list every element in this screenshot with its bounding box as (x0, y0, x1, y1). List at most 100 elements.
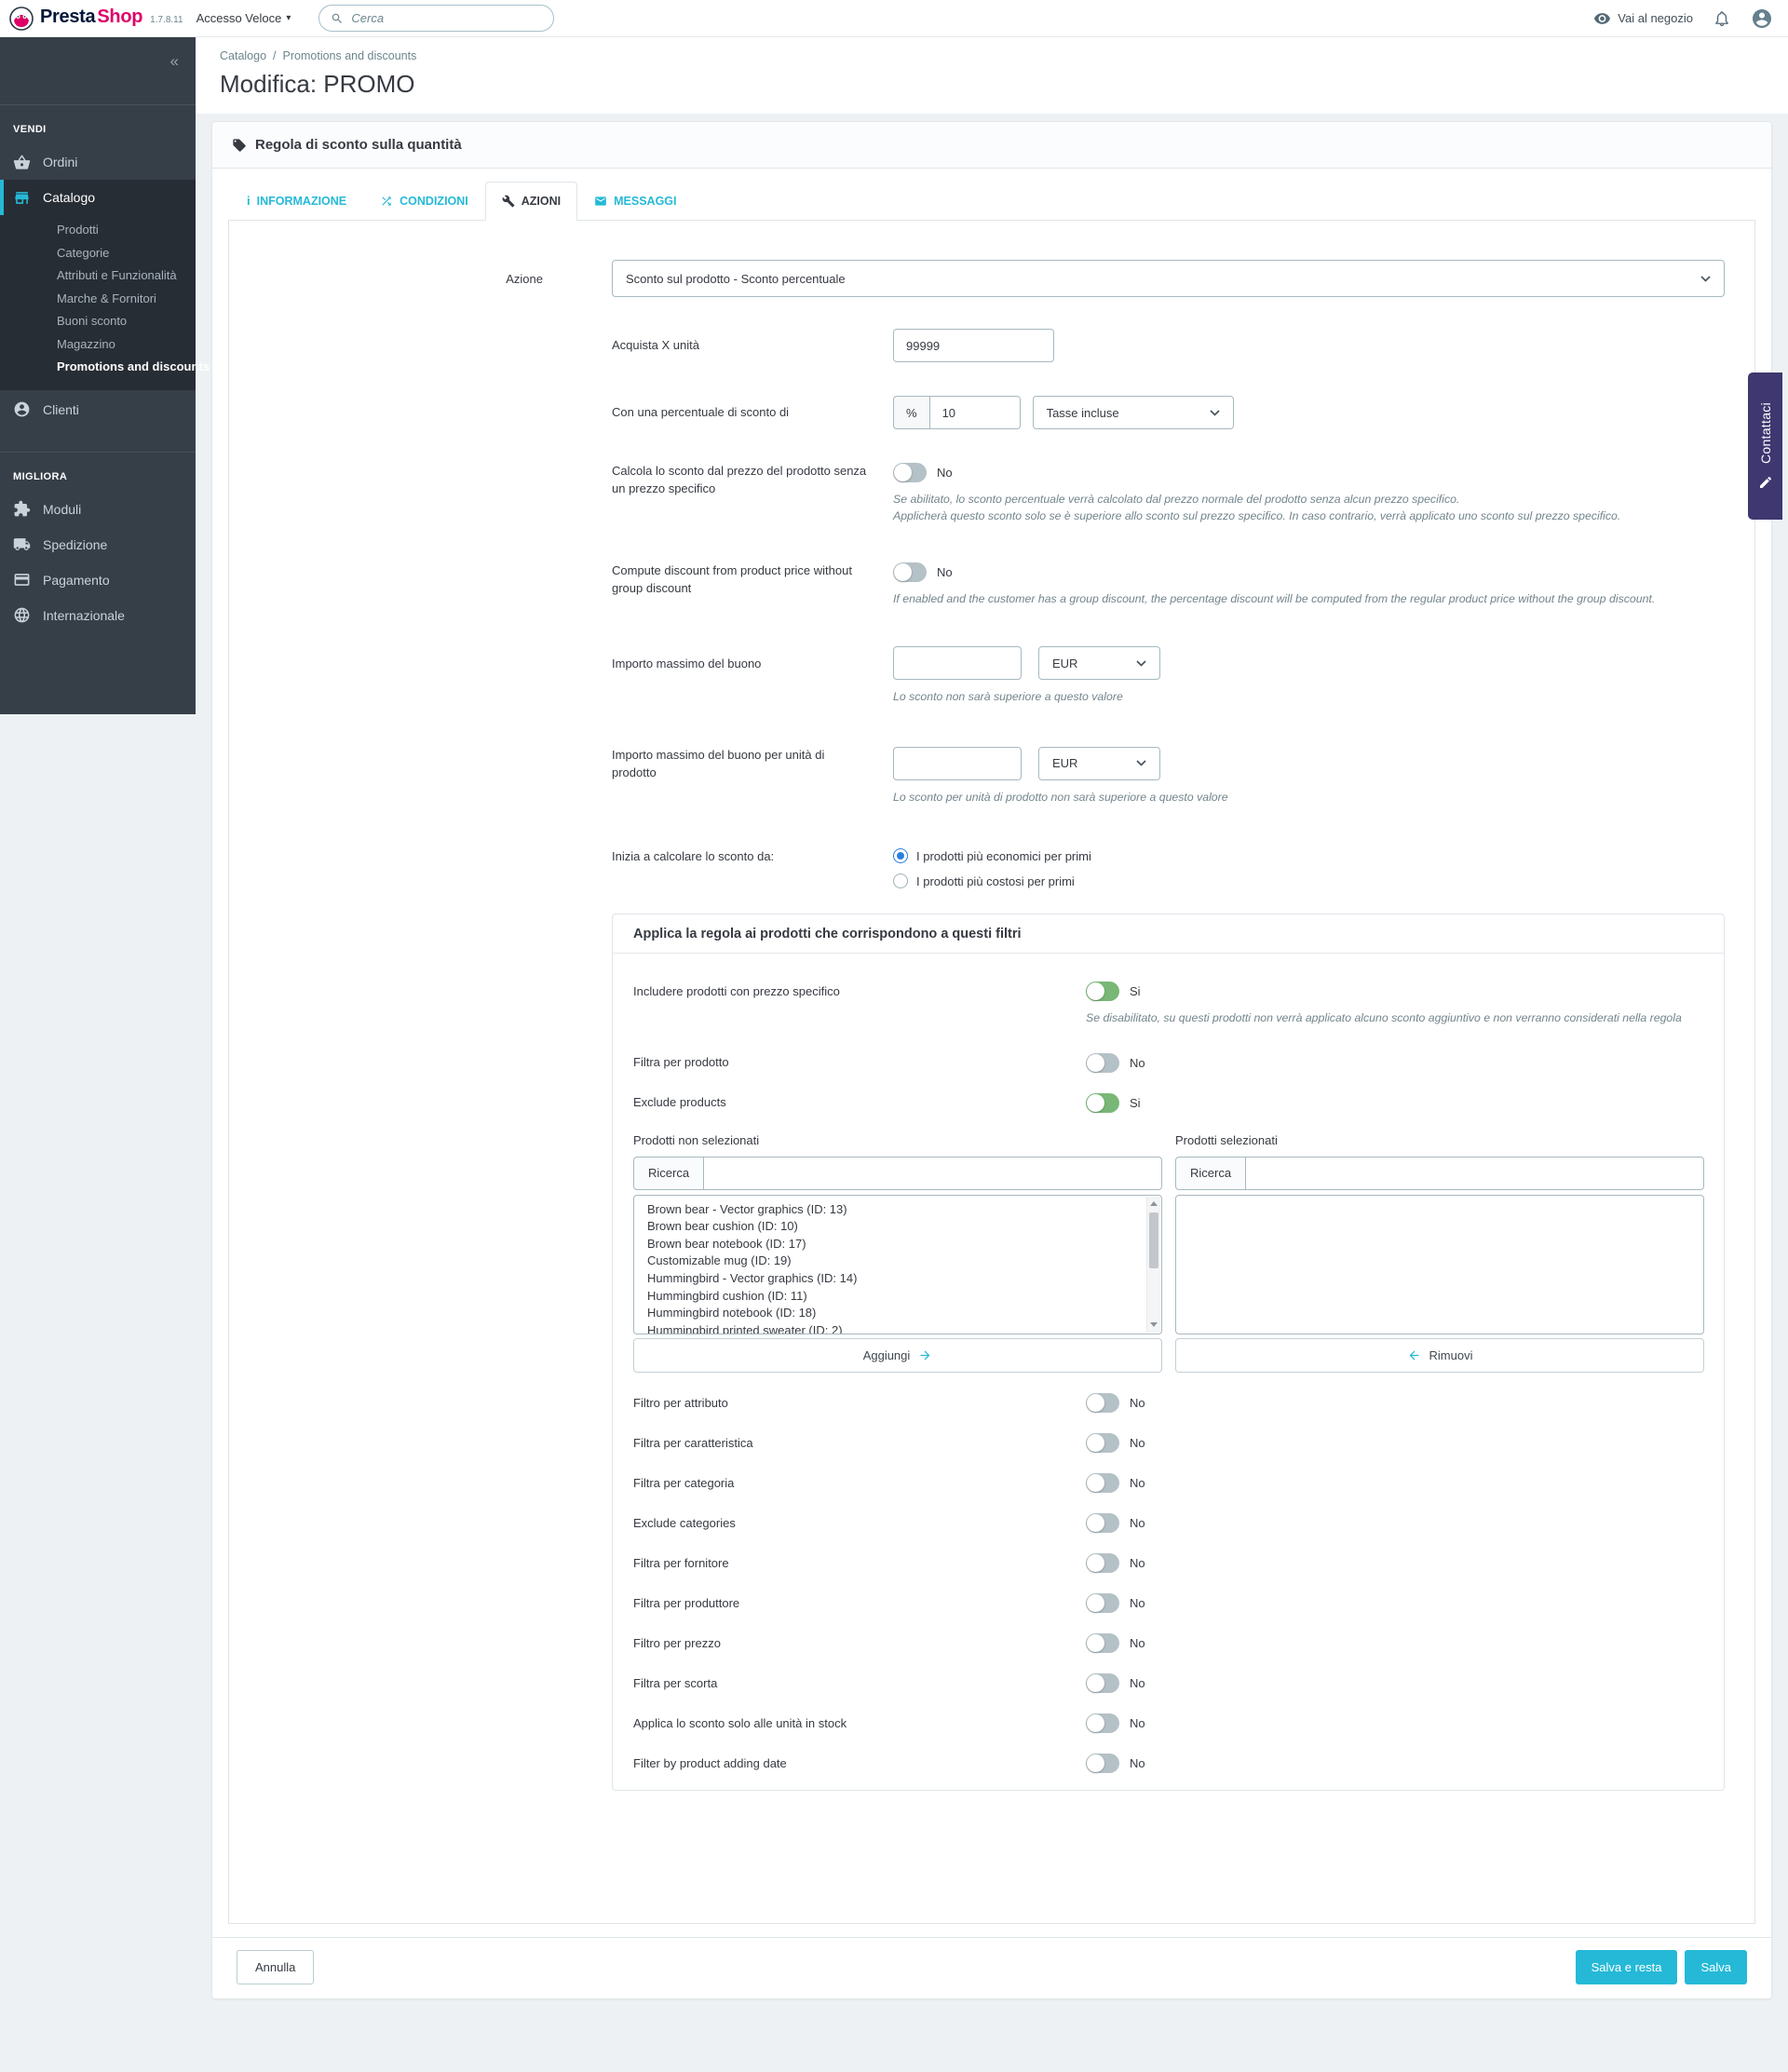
max-amount-currency-select[interactable]: EUR (1038, 646, 1160, 681)
exclude-categories-toggle[interactable] (1086, 1512, 1119, 1533)
sidebar-item-spedizione[interactable]: Spedizione (0, 527, 196, 562)
filter-supplier-toggle[interactable] (1086, 1552, 1119, 1573)
tax-select[interactable]: Tasse incluse (1032, 396, 1234, 429)
scrollbar-thumb[interactable] (1149, 1212, 1158, 1268)
sidebar-item-ordini[interactable]: Ordini (0, 144, 196, 180)
include-specific-help: Se disabilitato, su questi prodotti non … (1086, 1011, 1682, 1025)
tab-label: AZIONI (521, 194, 562, 208)
max-amount-label: Importo massimo del buono (612, 657, 762, 671)
card-header: Regola di sconto sulla quantità (212, 122, 1771, 169)
unselected-search-input[interactable] (704, 1156, 1162, 1190)
product-option[interactable]: Hummingbird cushion (ID: 11) (647, 1288, 1137, 1306)
toggle-state-label: No (1130, 1595, 1145, 1610)
save-and-stay-button[interactable]: Salva e resta (1575, 1949, 1678, 1984)
tab-messaggi[interactable]: MESSAGGI (577, 182, 693, 221)
sidebar-subitem-attributi[interactable]: Attributi e Funzionalità (57, 264, 196, 288)
sidebar-item-label: Spedizione (43, 536, 108, 552)
prestashop-logo[interactable]: Presta Shop 1.7.8.11 (9, 7, 183, 31)
caret-down-icon: ▾ (286, 13, 291, 23)
product-option[interactable]: Brown bear - Vector graphics (ID: 13) (647, 1201, 1137, 1219)
sidebar-subitem-prodotti[interactable]: Prodotti (57, 219, 196, 242)
filter-feature-toggle[interactable] (1086, 1432, 1119, 1453)
sidebar-subitem-marche[interactable]: Marche & Fornitori (57, 288, 196, 311)
breadcrumb-promotions[interactable]: Promotions and discounts (283, 49, 417, 62)
sidebar-item-pagamento[interactable]: Pagamento (0, 562, 196, 598)
currency-value: EUR (1052, 656, 1078, 670)
search-input[interactable] (351, 11, 543, 25)
action-select[interactable]: Sconto sul prodotto - Sconto percentuale (612, 260, 1725, 297)
filter-supplier-label: Filtra per fornitore (633, 1555, 729, 1570)
sidebar-collapse-button[interactable]: « (170, 52, 179, 71)
filter-product-toggle[interactable] (1086, 1052, 1119, 1073)
product-option[interactable]: Customizable mug (ID: 19) (647, 1253, 1137, 1270)
add-products-button[interactable]: Aggiungi (633, 1337, 1162, 1373)
include-specific-toggle[interactable] (1086, 982, 1119, 1002)
max-amount-unit-input[interactable] (893, 746, 1022, 780)
user-account-icon[interactable] (1751, 7, 1773, 30)
filter-price-toggle[interactable] (1086, 1632, 1119, 1653)
action-label: Azione (506, 271, 543, 286)
unselected-products-title: Prodotti non selezionati (633, 1132, 760, 1147)
unselected-products-list[interactable]: Brown bear - Vector graphics (ID: 13) Br… (633, 1194, 1162, 1334)
sidebar-item-internazionale[interactable]: Internazionale (0, 598, 196, 633)
sidebar-item-catalogo[interactable]: Catalogo (0, 180, 196, 215)
sidebar-item-moduli[interactable]: Moduli (0, 492, 196, 527)
save-button[interactable]: Salva (1685, 1949, 1747, 1984)
no-group-discount-toggle[interactable] (893, 562, 927, 582)
product-option[interactable]: Hummingbird notebook (ID: 18) (647, 1305, 1137, 1322)
sidebar-subitem-magazzino[interactable]: Magazzino (57, 333, 196, 357)
tab-condizioni[interactable]: CONDIZIONI (363, 182, 485, 221)
filter-product-label: Filtra per prodotto (633, 1055, 729, 1070)
radio-cheapest-first[interactable] (893, 848, 908, 864)
filter-adding-date-toggle[interactable] (1086, 1753, 1119, 1773)
remove-products-button[interactable]: Rimuovi (1175, 1337, 1704, 1373)
no-specific-price-toggle[interactable] (893, 463, 927, 482)
sidebar-collapse-strip: « (0, 37, 196, 105)
filter-manufacturer-toggle[interactable] (1086, 1592, 1119, 1613)
tab-azioni[interactable]: AZIONI (484, 182, 578, 221)
exclude-products-toggle[interactable] (1086, 1092, 1119, 1113)
max-amount-input[interactable] (893, 646, 1022, 681)
sidebar-subitem-categorie[interactable]: Categorie (57, 242, 196, 265)
sidebar-item-label: Moduli (43, 501, 82, 517)
product-option[interactable]: Hummingbird - Vector graphics (ID: 14) (647, 1270, 1137, 1288)
sidebar-subitem-promotions[interactable]: Promotions and discounts (57, 356, 210, 379)
filter-price-label: Filtro per prezzo (633, 1635, 721, 1650)
product-option[interactable]: Brown bear notebook (ID: 17) (647, 1236, 1137, 1253)
list-scrollbar[interactable] (1146, 1196, 1160, 1333)
radio-most-expensive-first[interactable] (893, 873, 908, 889)
payment-card-icon (13, 571, 31, 589)
toggle-state-label: No (1130, 1635, 1145, 1650)
max-amount-unit-currency-select[interactable]: EUR (1038, 746, 1160, 780)
toggle-state-label: No (1130, 1395, 1145, 1410)
tab-informazione[interactable]: i INFORMAZIONE (230, 182, 363, 221)
view-shop-link[interactable]: Vai al negozio (1593, 11, 1693, 25)
scroll-up-icon[interactable] (1147, 1198, 1160, 1211)
notifications-bell-icon[interactable] (1714, 9, 1730, 28)
scroll-down-icon[interactable] (1147, 1319, 1160, 1332)
filter-attribute-toggle[interactable] (1086, 1392, 1119, 1413)
breadcrumb-catalogo[interactable]: Catalogo (220, 49, 266, 62)
discount-in-stock-toggle[interactable] (1086, 1713, 1119, 1733)
filter-category-toggle[interactable] (1086, 1472, 1119, 1493)
contact-us-tab[interactable]: Contattaci (1748, 372, 1782, 520)
toggle-state-label: No (937, 466, 953, 480)
filter-stock-toggle[interactable] (1086, 1672, 1119, 1693)
percent-input[interactable] (928, 396, 1021, 429)
basket-icon (13, 154, 31, 171)
arrow-right-icon (918, 1348, 932, 1362)
selected-products-list[interactable] (1175, 1194, 1704, 1334)
sidebar-item-clienti[interactable]: Clienti (0, 392, 196, 427)
quick-access-menu[interactable]: Accesso Veloce ▾ (196, 11, 291, 25)
cancel-button[interactable]: Annulla (237, 1949, 315, 1984)
buy-x-input[interactable] (893, 329, 1054, 362)
no-group-discount-label: Compute discount from product price with… (612, 562, 852, 595)
selected-search-button[interactable]: Ricerca (1175, 1156, 1247, 1190)
wrench-icon (502, 195, 515, 208)
unselected-search-button[interactable]: Ricerca (633, 1156, 705, 1190)
selected-search-input[interactable] (1246, 1156, 1704, 1190)
product-option[interactable]: Brown bear cushion (ID: 10) (647, 1218, 1137, 1236)
sidebar-section-vendi: VENDI (13, 124, 47, 135)
product-option[interactable]: Hummingbird printed sweater (ID: 2) (647, 1322, 1137, 1334)
sidebar-subitem-buoni-sconto[interactable]: Buoni sconto (57, 310, 196, 333)
